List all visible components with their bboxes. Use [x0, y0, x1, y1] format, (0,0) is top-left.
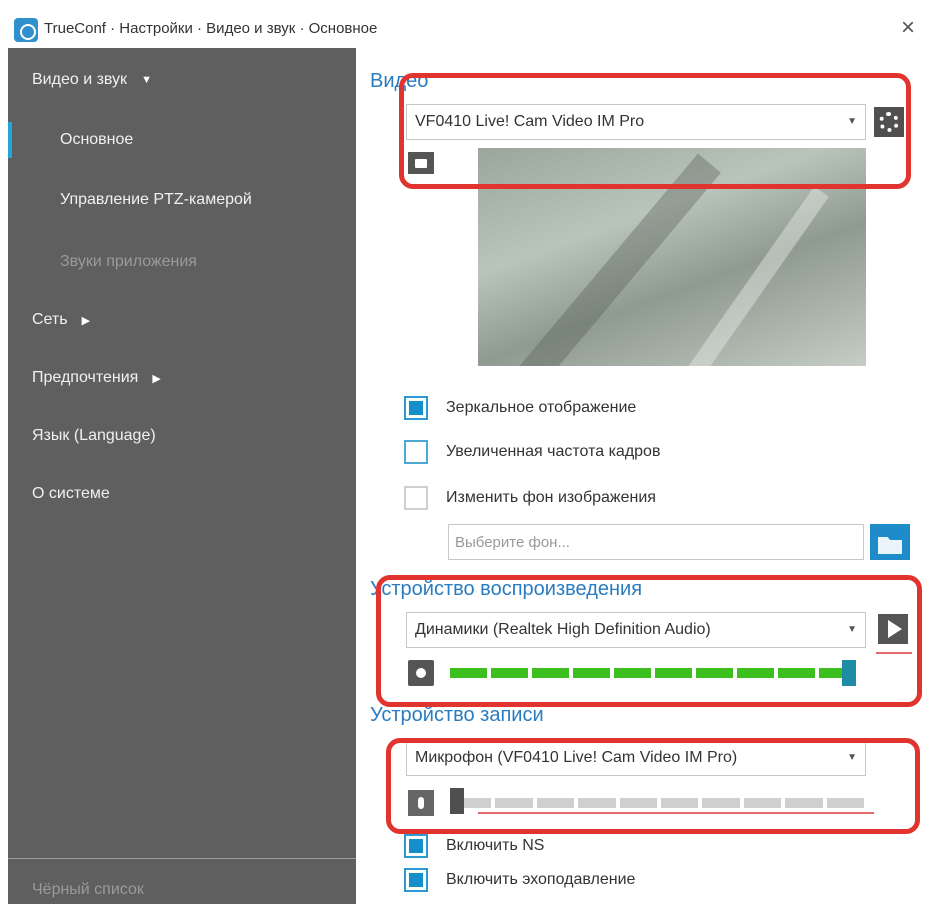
mirror-checkbox[interactable]	[404, 396, 428, 420]
chevron-down-icon: ▼	[847, 116, 857, 127]
sidebar-item-label: Звуки приложения	[60, 253, 197, 270]
meter-segment	[573, 668, 610, 678]
camera-preview	[478, 148, 866, 366]
meter-segment	[778, 668, 815, 678]
meter-segment	[532, 668, 569, 678]
sidebar-item-video-audio[interactable]: Видео и звук ▼	[8, 60, 356, 100]
meter-segment	[536, 798, 575, 808]
meter-segment	[743, 798, 782, 808]
meter-segment	[495, 798, 533, 808]
camera-settings-button[interactable]	[874, 107, 904, 137]
recording-level-thumb[interactable]	[450, 788, 464, 814]
echo-checkbox[interactable]	[404, 868, 428, 892]
playback-device-select[interactable]: Динамики (Realtek High Definition Audio)…	[406, 612, 866, 648]
meter-segment	[826, 798, 865, 808]
ns-checkbox-row[interactable]: Включить NS	[404, 834, 544, 858]
camera-select-value: VF0410 Live! Cam Video IM Pro	[415, 113, 645, 130]
playback-device-value: Динамики (Realtek High Definition Audio)	[415, 621, 711, 638]
meter-segment	[614, 668, 651, 678]
recording-device-value: Микрофон (VF0410 Live! Cam Video IM Pro)	[415, 749, 738, 766]
meter-segment	[578, 798, 616, 808]
meter-segment	[655, 668, 692, 678]
window-title: TrueConf · Настройки · Видео и звук · Ос…	[44, 20, 378, 37]
playback-section-title: Устройство воспроизведения	[370, 578, 643, 600]
playback-volume-slider[interactable]	[450, 668, 856, 678]
chevron-down-icon: ▼	[141, 74, 152, 86]
playback-volume-thumb[interactable]	[842, 660, 856, 686]
meter-segment	[619, 798, 658, 808]
sidebar-item-label: О системе	[32, 485, 110, 502]
sidebar-divider	[8, 858, 356, 859]
echo-label: Включить эхоподавление	[446, 871, 636, 888]
sidebar-item-preferences[interactable]: Предпочтения ▶	[8, 358, 356, 398]
ns-label: Включить NS	[446, 837, 545, 854]
background-input[interactable]: Выберите фон...	[448, 524, 864, 560]
sidebar-item-about[interactable]: О системе	[8, 474, 356, 514]
chevron-down-icon: ▼	[847, 624, 857, 635]
meter-segment	[785, 798, 823, 808]
chevron-down-icon: ▼	[847, 752, 857, 763]
camera-icon[interactable]	[408, 152, 434, 174]
meter-segment	[661, 798, 699, 808]
sidebar-item-network[interactable]: Сеть ▶	[8, 300, 356, 340]
play-test-button[interactable]	[878, 614, 908, 644]
speaker-icon[interactable]	[408, 660, 434, 686]
sidebar-item-blacklist[interactable]: Чёрный список	[8, 870, 356, 904]
folder-icon[interactable]	[870, 524, 910, 560]
mirror-checkbox-row[interactable]: Зеркальное отображение	[404, 396, 636, 420]
sidebar-item-label: Сеть	[32, 311, 68, 328]
meter-segment	[491, 668, 528, 678]
app-logo-icon	[14, 18, 38, 42]
close-icon[interactable]: ×	[894, 14, 922, 42]
hfr-label: Увеличенная частота кадров	[446, 443, 661, 460]
sidebar-item-label: Видео и звук	[32, 71, 128, 88]
recording-level-meter[interactable]	[454, 798, 865, 808]
sidebar: Видео и звук ▼ Основное Управление PTZ-к…	[8, 48, 356, 904]
gear-icon	[879, 112, 899, 132]
background-checkbox[interactable]	[404, 486, 428, 510]
chevron-right-icon: ▶	[152, 372, 161, 385]
ns-checkbox[interactable]	[404, 834, 428, 858]
play-icon	[888, 620, 902, 638]
preview-shade	[505, 153, 721, 366]
hfr-checkbox[interactable]	[404, 440, 428, 464]
chevron-right-icon: ▶	[81, 314, 91, 327]
preview-light	[665, 186, 829, 366]
sidebar-item-app-sounds[interactable]: Звуки приложения	[8, 242, 356, 282]
meter-segment	[702, 798, 740, 808]
sidebar-item-language[interactable]: Язык (Language)	[8, 416, 356, 456]
sidebar-item-ptz-camera[interactable]: Управление PTZ-камерой	[8, 180, 356, 220]
recording-device-select[interactable]: Микрофон (VF0410 Live! Cam Video IM Pro)…	[406, 740, 866, 776]
recording-level-underline	[478, 812, 874, 814]
background-label: Изменить фон изображения	[446, 489, 656, 506]
meter-segment	[696, 668, 733, 678]
microphone-icon[interactable]	[408, 790, 434, 816]
sidebar-item-label: Язык (Language)	[32, 427, 156, 444]
meter-segment	[450, 668, 487, 678]
video-section-title: Видео	[370, 70, 429, 92]
settings-panel: Видео VF0410 Live! Cam Video IM Pro ▼ Зе…	[356, 48, 926, 904]
sidebar-item-label: Основное	[60, 131, 134, 148]
echo-checkbox-row[interactable]: Включить эхоподавление	[404, 868, 635, 892]
sidebar-item-label: Чёрный список	[32, 881, 144, 898]
sidebar-item-label: Предпочтения	[32, 369, 139, 386]
hfr-checkbox-row[interactable]: Увеличенная частота кадров	[404, 440, 660, 464]
background-checkbox-row[interactable]: Изменить фон изображения	[404, 486, 656, 510]
sidebar-item-label: Управление PTZ-камерой	[60, 191, 252, 208]
play-test-underline	[876, 652, 912, 654]
recording-section-title: Устройство записи	[370, 704, 544, 726]
meter-segment	[737, 668, 774, 678]
mirror-label: Зеркальное отображение	[446, 399, 637, 416]
sidebar-item-general[interactable]: Основное	[8, 120, 356, 160]
camera-select[interactable]: VF0410 Live! Cam Video IM Pro ▼	[406, 104, 866, 140]
